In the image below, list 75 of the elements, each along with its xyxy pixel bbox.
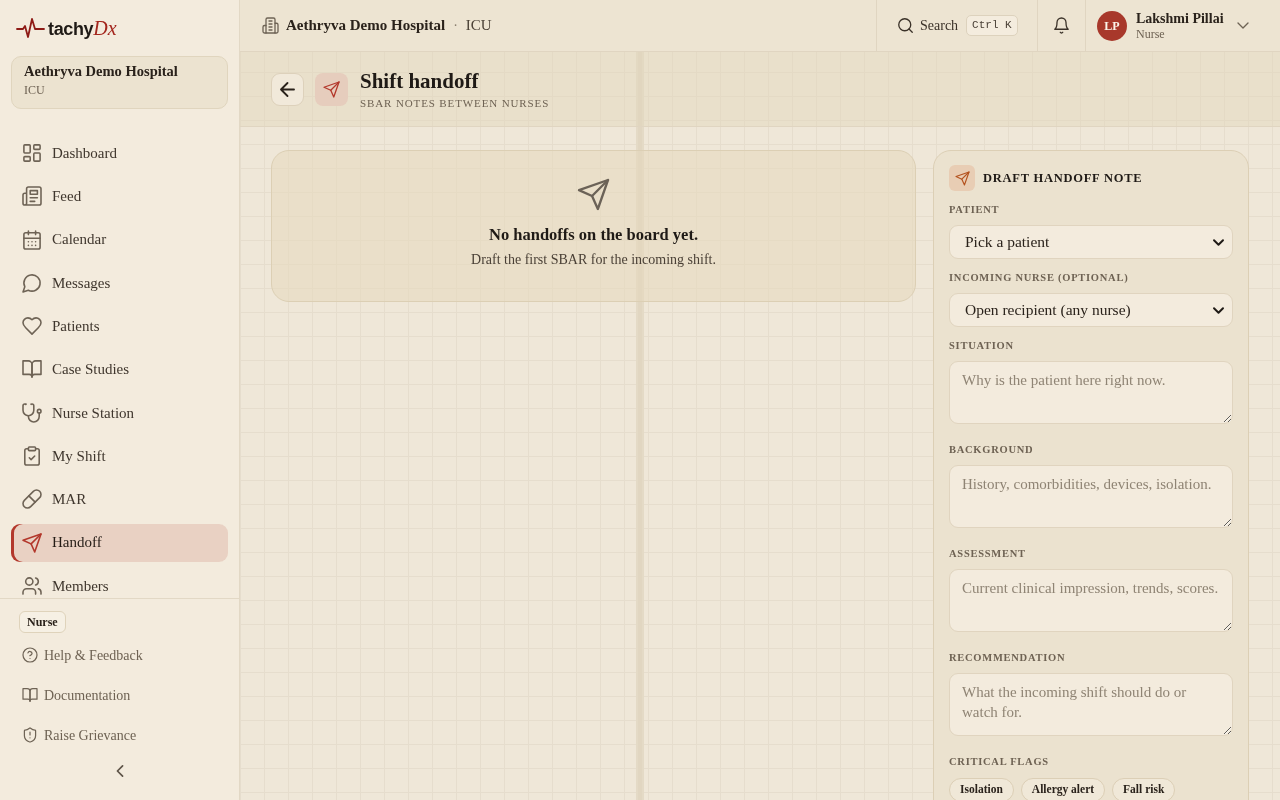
pulse-line-icon [16, 18, 46, 38]
field-label: RECOMMENDATION [949, 651, 1067, 665]
user-role: Nurse [1136, 26, 1166, 42]
chevron-down-icon [1214, 307, 1223, 313]
arrow-left-icon[interactable] [281, 82, 294, 96]
field-label: BACKGROUND [949, 443, 1035, 457]
dropdown[interactable]: Pick a patient [949, 225, 1233, 259]
workspace-switcher[interactable]: Aethryva Demo Hospital ICU [11, 56, 228, 109]
calendar-icon [23, 230, 41, 249]
empty-state-message: Draft the first SBAR for the incoming shift. [471, 251, 716, 269]
workspace-name: Aethryva Demo Hospital [286, 16, 446, 36]
open-book-icon [23, 360, 41, 379]
nav-item[interactable]: Dashboard [11, 134, 228, 172]
nav-item[interactable]: Members [11, 566, 228, 598]
pill-icon [23, 490, 41, 509]
field-label: ASSESSMENT [949, 547, 1027, 561]
footer-link[interactable]: Raise Grievance [19, 715, 220, 755]
role-badge: Nurse [19, 611, 66, 633]
workspace-name: Aethryva Demo Hospital [24, 62, 179, 81]
dropdown[interactable]: Open recipient (any nurse) [949, 293, 1233, 327]
nav-item[interactable]: Case Studies [11, 350, 228, 389]
open-book-icon [23, 688, 37, 702]
flag-toggle[interactable]: Allergy alert [1020, 778, 1106, 800]
user-name: Lakshmi Pillai [1136, 9, 1224, 27]
field-label: SITUATION [949, 339, 1015, 353]
nav-item[interactable]: Handoff [11, 523, 228, 562]
page-title: Shift handoff [360, 68, 480, 94]
clipboard-check-icon [23, 447, 41, 466]
nav-item[interactable]: Calendar [11, 220, 228, 259]
people-icon [23, 576, 41, 595]
stethoscope-icon [23, 403, 41, 422]
text-area-field[interactable]: Current clinical impression, trends, scores. [949, 569, 1233, 632]
nav-item[interactable]: MAR [11, 480, 228, 519]
nav-item[interactable]: Patients [11, 307, 228, 346]
chat-bubble-icon [23, 273, 41, 292]
user-avatar: LP [1097, 10, 1127, 41]
text-area-field[interactable]: What the incoming shift should do or watch for. [949, 673, 1233, 736]
text-area-field[interactable]: History, comorbidities, devices, isolation. [949, 465, 1233, 528]
search-icon [898, 18, 913, 33]
text-area-field[interactable]: Why is the patient here right now. [949, 361, 1233, 424]
nav-item[interactable]: Feed [11, 177, 228, 216]
separator-dot: · [453, 17, 458, 35]
chevron-down-icon [1238, 23, 1248, 28]
field-label: INCOMING NURSE (OPTIONAL) [949, 271, 1130, 285]
page-subtitle: SBAR NOTES BETWEEN NURSES [360, 96, 550, 110]
paper-plane-icon [949, 165, 975, 191]
workspace-unit: ICU [24, 82, 46, 98]
footer-link[interactable]: Documentation [19, 675, 220, 715]
brand-wordmark: tachyDx [48, 18, 117, 38]
user-menu[interactable]: LP Lakshmi Pillai Nurse [1085, 0, 1280, 51]
footer-link[interactable]: Help & Feedback [19, 635, 220, 675]
heart-icon [23, 317, 41, 336]
shortcut-key: Ctrl K [966, 15, 1018, 36]
chevron-down-icon [1214, 239, 1223, 245]
bell-icon [1054, 18, 1069, 33]
flag-toggle[interactable]: Isolation [949, 778, 1014, 800]
shield-alert-icon [23, 728, 37, 742]
back-button[interactable] [271, 72, 304, 106]
paper-plane-icon [23, 533, 41, 552]
paper-plane-icon [315, 72, 348, 106]
field-label: PATIENT [949, 203, 1001, 217]
question-circle-icon [23, 648, 37, 662]
panel-title: DRAFT HANDOFF NOTE [983, 169, 1143, 187]
empty-state-title: No handoffs on the board yet. [489, 225, 698, 245]
paper-plane-icon [579, 180, 608, 209]
nav-item[interactable]: Messages [11, 263, 228, 302]
unit-name: ICU [465, 16, 492, 36]
dashboard-icon [23, 144, 41, 162]
flag-toggle[interactable]: Fall risk [1112, 778, 1176, 800]
nav-item[interactable]: Nurse Station [11, 393, 228, 432]
nav-item[interactable]: My Shift [11, 437, 228, 476]
newspaper-icon [23, 187, 41, 206]
field-label: CRITICAL FLAGS [949, 755, 1050, 769]
building-icon [263, 18, 278, 33]
search-button[interactable]: Search Ctrl K [876, 0, 1037, 51]
